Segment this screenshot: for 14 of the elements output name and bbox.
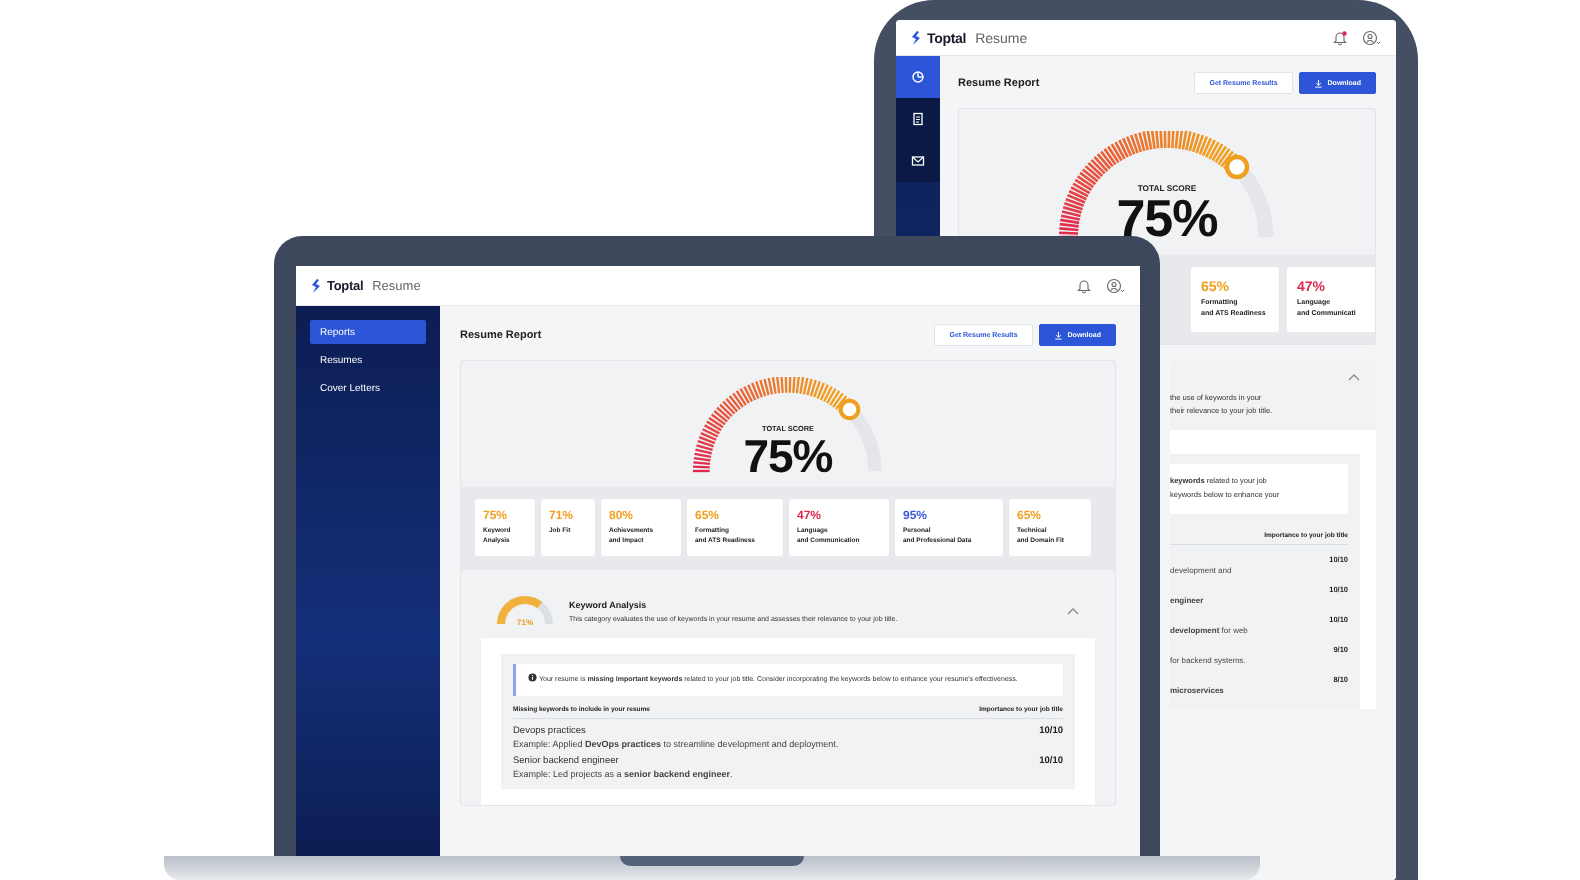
score-gauge: [495, 594, 555, 629]
info-icon: [528, 673, 537, 683]
logo-icon: [310, 277, 322, 294]
envelope-icon: [911, 154, 925, 168]
total-score: 75%: [743, 433, 833, 479]
chevron-icon[interactable]: [1348, 372, 1360, 381]
document-icon: [911, 112, 925, 126]
gauge-icon: [911, 70, 925, 84]
logo-icon: [910, 29, 922, 46]
chevron-icon[interactable]: [1067, 607, 1079, 616]
total-score: 75%: [1116, 193, 1218, 245]
nav-item[interactable]: [896, 98, 940, 140]
nav-item[interactable]: [896, 140, 940, 182]
nav-item[interactable]: [896, 56, 940, 98]
